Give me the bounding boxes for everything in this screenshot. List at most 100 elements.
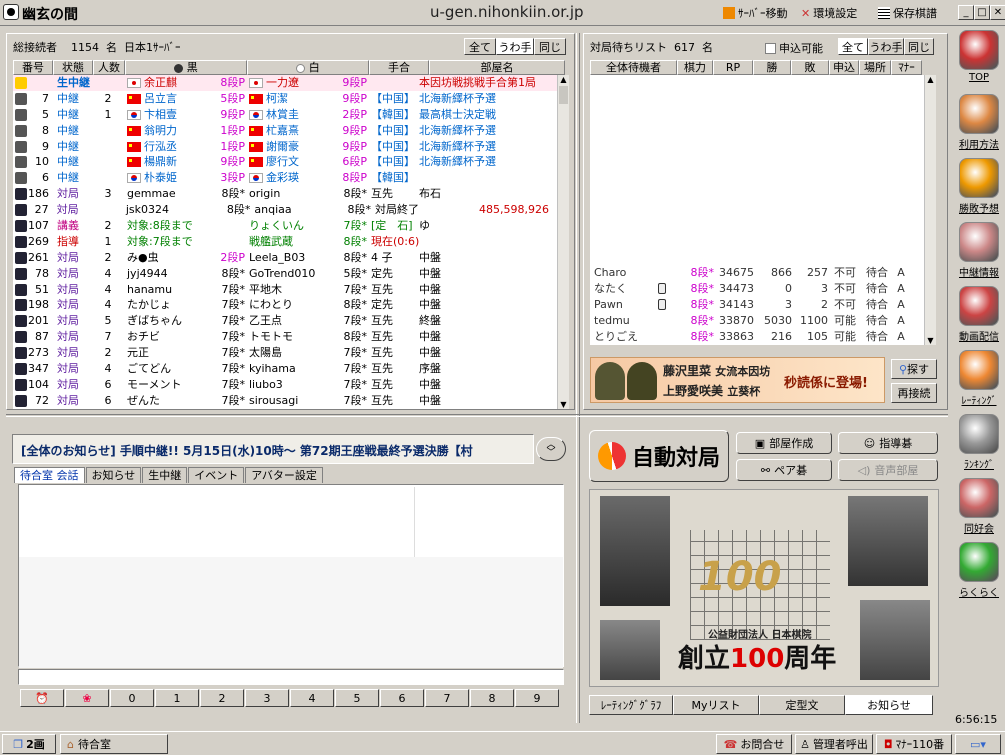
quick-key-2[interactable]: 2 (200, 689, 244, 707)
black-player[interactable]: hanamu (123, 282, 213, 298)
create-room-button[interactable]: ▣ 部屋作成 (736, 432, 832, 454)
manners-button[interactable]: ◘ ﾏﾅｰ110番 (876, 734, 952, 754)
wcol-loss[interactable]: 敗 (791, 60, 829, 75)
apply-ok-checkbox[interactable]: 申込可能 (765, 40, 823, 56)
filter-all[interactable]: 全て (464, 38, 496, 55)
sidebar-item-1[interactable]: 利用方法 (954, 94, 1004, 151)
game-row[interactable]: 87 対局 7 おチビ 7段* トモトモ 8段* 互先 中盤 (13, 329, 557, 345)
game-list-scrollbar[interactable]: ▲ ▼ (557, 75, 569, 409)
wcol-apply[interactable]: 申込 (829, 60, 859, 75)
server-move-button[interactable]: ｻｰﾊﾞｰ移動 (723, 5, 788, 21)
admin-call-button[interactable]: ♙ 管理者呼出 (795, 734, 873, 754)
vertical-splitter[interactable] (576, 33, 580, 723)
black-player[interactable]: おチビ (123, 329, 213, 345)
minimize-button[interactable]: _ (958, 5, 974, 20)
white-player[interactable]: 一力遼 (245, 75, 335, 91)
black-player[interactable]: 呂立言 (123, 91, 213, 107)
chat-tab-4[interactable]: アバター設定 (245, 467, 323, 483)
waiting-row[interactable]: Charo 8段* 34675 866 257 不可 待合 A (590, 265, 930, 281)
chat-log[interactable] (18, 484, 564, 668)
black-player[interactable]: ごてどん (123, 361, 213, 377)
alarm-clock-button[interactable]: ⏰ (20, 689, 64, 707)
quick-key-3[interactable]: 3 (245, 689, 289, 707)
chat-tab-1[interactable]: お知らせ (85, 467, 142, 483)
white-player[interactable]: liubo3 (245, 377, 335, 393)
white-player[interactable]: トモトモ (245, 329, 335, 345)
sidebar-item-6[interactable]: ﾗﾝｷﾝｸﾞ (954, 414, 1004, 471)
room-tab[interactable]: ⌂ 待合室 (60, 734, 168, 754)
black-player[interactable]: たかじょ (123, 297, 213, 313)
wcol-place[interactable]: 場所 (859, 60, 891, 75)
black-player[interactable]: 朴泰姫 (123, 170, 213, 186)
search-button[interactable]: ⚲ 探す (891, 359, 937, 379)
sidebar-item-4[interactable]: 動画配信 (954, 286, 1004, 343)
horizontal-splitter[interactable] (6, 414, 948, 417)
game-row[interactable]: 273 対局 2 元正 7段* 太陽島 7段* 互先 中盤 (13, 345, 557, 361)
col-black[interactable]: 黒 (125, 60, 247, 75)
black-player[interactable]: 翁明力 (123, 123, 213, 139)
waiting-name[interactable]: Pawn (590, 297, 658, 313)
quick-key-4[interactable]: 4 (290, 689, 334, 707)
waiting-name[interactable]: なたく (590, 281, 658, 297)
anniversary-poster[interactable]: 100 公益財団法人 日本棋院 創立100周年 (589, 489, 939, 687)
game-row[interactable]: 5 中継 1 卞相壹 9段P 林賞圭 2段P 【韓国】 最高棋士決定戦 (13, 107, 557, 123)
env-settings-button[interactable]: ✕ 環境設定 (801, 5, 857, 21)
white-player[interactable]: 戦艦武蔵 (245, 234, 335, 250)
white-player[interactable]: 太陽島 (245, 345, 335, 361)
quick-key-5[interactable]: 5 (335, 689, 379, 707)
quick-key-8[interactable]: 8 (470, 689, 514, 707)
white-player[interactable]: Leela_B03 (245, 250, 335, 266)
white-player[interactable]: 廖行文 (245, 154, 335, 170)
wscroll-up-icon[interactable]: ▲ (925, 75, 936, 84)
game-row[interactable]: 9 中継 行泓丞 1段P 謝爾豪 9段P 【中国】 北海新繹杯予選 (13, 139, 557, 155)
game-row[interactable]: 269 指導 1 対象:7段まで 戦艦武蔵 8段* 現在(0:6) (13, 234, 557, 250)
game-row[interactable]: 8 中継 翁明力 1段P 杧嘉熹 9段P 【中国】 北海新繹杯予選 (13, 123, 557, 139)
col-status[interactable]: 状態 (53, 60, 93, 75)
game-row[interactable]: 生中継 余正麒 8段P 一力遼 9段P 本因坊戦挑戦手合第1局 (13, 75, 557, 91)
wscroll-down-icon[interactable]: ▼ (925, 336, 936, 345)
filter-same[interactable]: 同じ (534, 38, 566, 55)
white-player[interactable]: 謝爾豪 (245, 139, 335, 155)
auto-match-button[interactable]: 自動対局 (589, 430, 729, 482)
wcol-rp[interactable]: RP (713, 60, 753, 75)
wfilter-same[interactable]: 同じ (904, 38, 934, 55)
col-white[interactable]: 白 (247, 60, 369, 75)
waiting-name[interactable]: Charo (590, 265, 658, 281)
wfilter-stronger[interactable]: うわ手 (868, 38, 904, 55)
quick-key-9[interactable]: 9 (515, 689, 559, 707)
voice-room-button[interactable]: ◁) 音声部屋 (838, 459, 938, 481)
white-player[interactable]: 平地木 (245, 282, 335, 298)
sidebar-item-8[interactable]: らくらく (954, 542, 1004, 599)
quick-key-1[interactable]: 1 (155, 689, 199, 707)
game-row[interactable]: 72 対局 6 ぜんた 7段* sirousagi 7段* 互先 中盤 (13, 393, 557, 409)
game-row[interactable]: 78 対局 4 jyj4944 8段* GoTrend010 5段* 定先 中盤 (13, 266, 557, 282)
wcol-manner[interactable]: ﾏﾅｰ (891, 60, 922, 75)
col-count[interactable]: 人数 (93, 60, 125, 75)
scroll-up-icon[interactable]: ▲ (558, 75, 569, 84)
white-player[interactable]: 柯潔 (245, 91, 335, 107)
col-room[interactable]: 部屋名 (429, 60, 565, 75)
chat-tab-3[interactable]: イベント (188, 467, 245, 483)
reconnect-button[interactable]: 再接続 (891, 383, 937, 403)
white-player[interactable]: GoTrend010 (245, 266, 335, 282)
black-player[interactable]: gemmae (123, 186, 213, 202)
waiting-scrollbar[interactable]: ▲ ▼ (924, 75, 936, 345)
game-row[interactable]: 347 対局 4 ごてどん 7段* kyihama 7段* 互先 序盤 (13, 361, 557, 377)
game-row[interactable]: 7 中継 2 呂立言 5段P 柯潔 9段P 【中国】 北海新繹杯予選 (13, 91, 557, 107)
game-row[interactable]: 6 中継 朴泰姫 3段P 金彩瑛 8段P 【韓国】 (13, 170, 557, 186)
game-row[interactable]: 261 対局 2 み●虫 2段P Leela_B03 8段* 4 子 中盤 (13, 250, 557, 266)
notice-ticker[interactable]: [全体のお知らせ] 手順中継!! 5月15日(水)10時～ 第72期王座戦最終予… (12, 434, 534, 464)
sidebar-item-2[interactable]: 勝敗予想 (954, 158, 1004, 215)
game-row[interactable]: 10 中継 楊鼎新 9段P 廖行文 6段P 【中国】 北海新繹杯予選 (13, 154, 557, 170)
black-player[interactable]: ぜんた (123, 393, 213, 409)
display-toggle-button[interactable]: ▭▾ (955, 734, 1001, 754)
info-tab-2[interactable]: 定型文 (759, 695, 845, 715)
wcol-win[interactable]: 勝 (753, 60, 791, 75)
waiting-name[interactable]: とりごえ (590, 329, 658, 345)
white-player[interactable]: 金彩瑛 (245, 170, 335, 186)
wcol-rank[interactable]: 棋力 (677, 60, 713, 75)
white-player[interactable]: origin (245, 186, 335, 202)
black-player[interactable]: 対象:8段まで (123, 218, 213, 234)
saved-games-button[interactable]: 保存棋譜 (878, 5, 937, 21)
event-banner[interactable]: 藤沢里菜 女流本因坊 上野愛咲美 立葵杯 秒読係に登場! (590, 357, 885, 403)
